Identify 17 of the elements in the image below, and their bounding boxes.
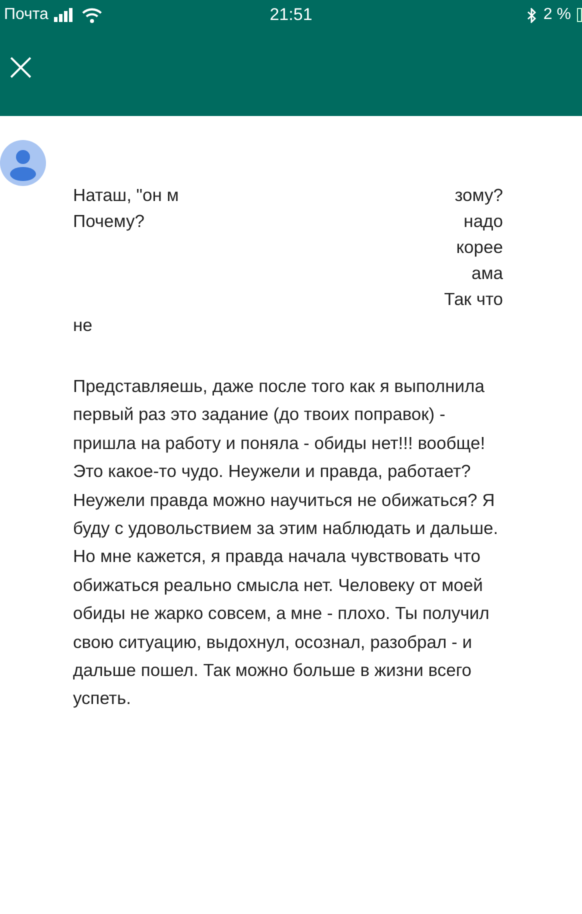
message-paragraph: Представляешь, даже после того как я выполнила первый раз это задание (до твоих поправок) - пришла на работу и поняла - обиды нет!!! вообще! Это какое-то чудо. Неужели и правда, работает? Неужели правда можно научиться не обижаться? Я буду с удовольствием за этим наблюдать и дальше. Но мне кажется, я правда начала чувствовать что обижаться реально смысла нет. Человеку от моей обиды не жарко совсем, а мне - плохо. Ты получил свою ситуацию, выдохнул, осознал, разобрал - и дальше пошел. Так можно больше в жизни всего успеть.	[73, 375, 500, 710]
close-button[interactable]: ×	[0, 47, 42, 87]
message-text-fragment: Почему?	[73, 210, 144, 233]
wifi-icon	[82, 8, 102, 22]
bluetooth-icon	[527, 8, 538, 22]
message-text-fragment: Так что	[444, 288, 503, 311]
message-text-fragment: корее	[456, 236, 503, 259]
clock-time: 21:51	[270, 5, 312, 25]
message-text-fragment: надо	[464, 210, 503, 233]
battery-percent: 2 %	[543, 6, 571, 24]
avatar-icon	[0, 140, 46, 186]
battery-icon	[577, 8, 582, 22]
carrier-name: Почта	[4, 6, 48, 24]
message-text-fragment: не	[73, 314, 92, 337]
message-text-fragment: ама	[472, 262, 503, 285]
message-text-fragment: зому?	[454, 184, 503, 207]
message-text-fragment: Наташ, "он м	[73, 184, 179, 207]
